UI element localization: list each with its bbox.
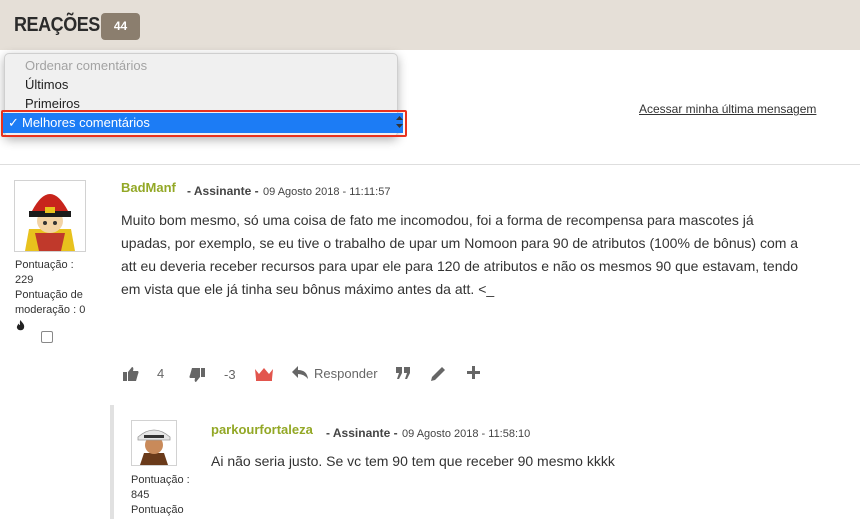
reply-moderation-label: Pontuação [131, 504, 184, 516]
reactions-count-badge: 44 [101, 13, 140, 40]
character-avatar-icon [15, 181, 85, 251]
reply-score-block: Pontuação : 845 Pontuação [131, 473, 201, 518]
sort-option-best-selected[interactable]: ✓ Melhores comentários [3, 113, 403, 133]
select-arrows-icon [395, 113, 404, 133]
quote-icon[interactable] [396, 367, 411, 385]
reply-body: Ai não seria justo. Se vc tem 90 tem que… [211, 453, 615, 469]
dislikes-count: -3 [224, 367, 236, 382]
avatar[interactable] [14, 180, 86, 252]
reply-avatar[interactable] [131, 420, 177, 466]
reply-icon[interactable] [292, 366, 308, 385]
comment-body: Muito bom mesmo, só uma coisa de fato me… [121, 212, 799, 297]
crown-icon[interactable] [255, 367, 273, 386]
reply-meta: - Assinante - 09 Agosto 2018 - 11:58:10 [326, 424, 530, 442]
score-label: Pontuação : [15, 259, 74, 271]
edit-pencil-icon[interactable] [431, 366, 446, 386]
reply-thread-bar [110, 405, 114, 519]
comment-date: 09 Agosto 2018 - 11:11:57 [263, 186, 391, 198]
divider [0, 164, 860, 165]
reactions-header: REAÇÕES 44 [0, 0, 860, 50]
reactions-title: REAÇÕES [14, 14, 100, 36]
fire-icon [15, 318, 26, 336]
thumbs-down-icon[interactable] [189, 367, 205, 388]
checkmark-icon: ✓ [8, 115, 19, 130]
reply-button[interactable]: Responder [314, 364, 378, 384]
score-value: 229 [15, 274, 34, 286]
comment-username[interactable]: BadManf [121, 180, 176, 195]
user-role: - Assinante - [187, 184, 259, 198]
sort-option-placeholder: Ordenar comentários [25, 58, 148, 73]
reply-username[interactable]: parkourfortaleza [211, 422, 313, 437]
moderation-score: Pontuação de moderação : 0 [15, 289, 86, 316]
comment-meta: - Assinante - 09 Agosto 2018 - 11:11:57 [187, 182, 390, 200]
last-message-link[interactable]: Acessar minha última mensagem [639, 102, 816, 116]
sort-option-first[interactable]: Primeiros [25, 96, 80, 111]
plus-icon[interactable] [467, 366, 480, 384]
reply-user-role: - Assinante - [326, 426, 398, 440]
comment-actions: 4 -3 Responder [0, 364, 860, 386]
reply-date: 09 Agosto 2018 - 11:58:10 [402, 428, 531, 440]
thumbs-up-icon[interactable] [123, 366, 139, 387]
select-comment-checkbox[interactable] [41, 331, 53, 343]
likes-count: 4 [157, 366, 165, 381]
sort-option-best-label: Melhores comentários [22, 115, 150, 130]
reply-character-avatar-icon [132, 421, 176, 465]
reply-score-label: Pontuação : [131, 474, 190, 486]
sort-option-latest[interactable]: Últimos [25, 77, 68, 92]
reply-score-value: 845 [131, 489, 150, 501]
score-block: Pontuação : 229 Pontuação de moderação :… [15, 258, 95, 318]
